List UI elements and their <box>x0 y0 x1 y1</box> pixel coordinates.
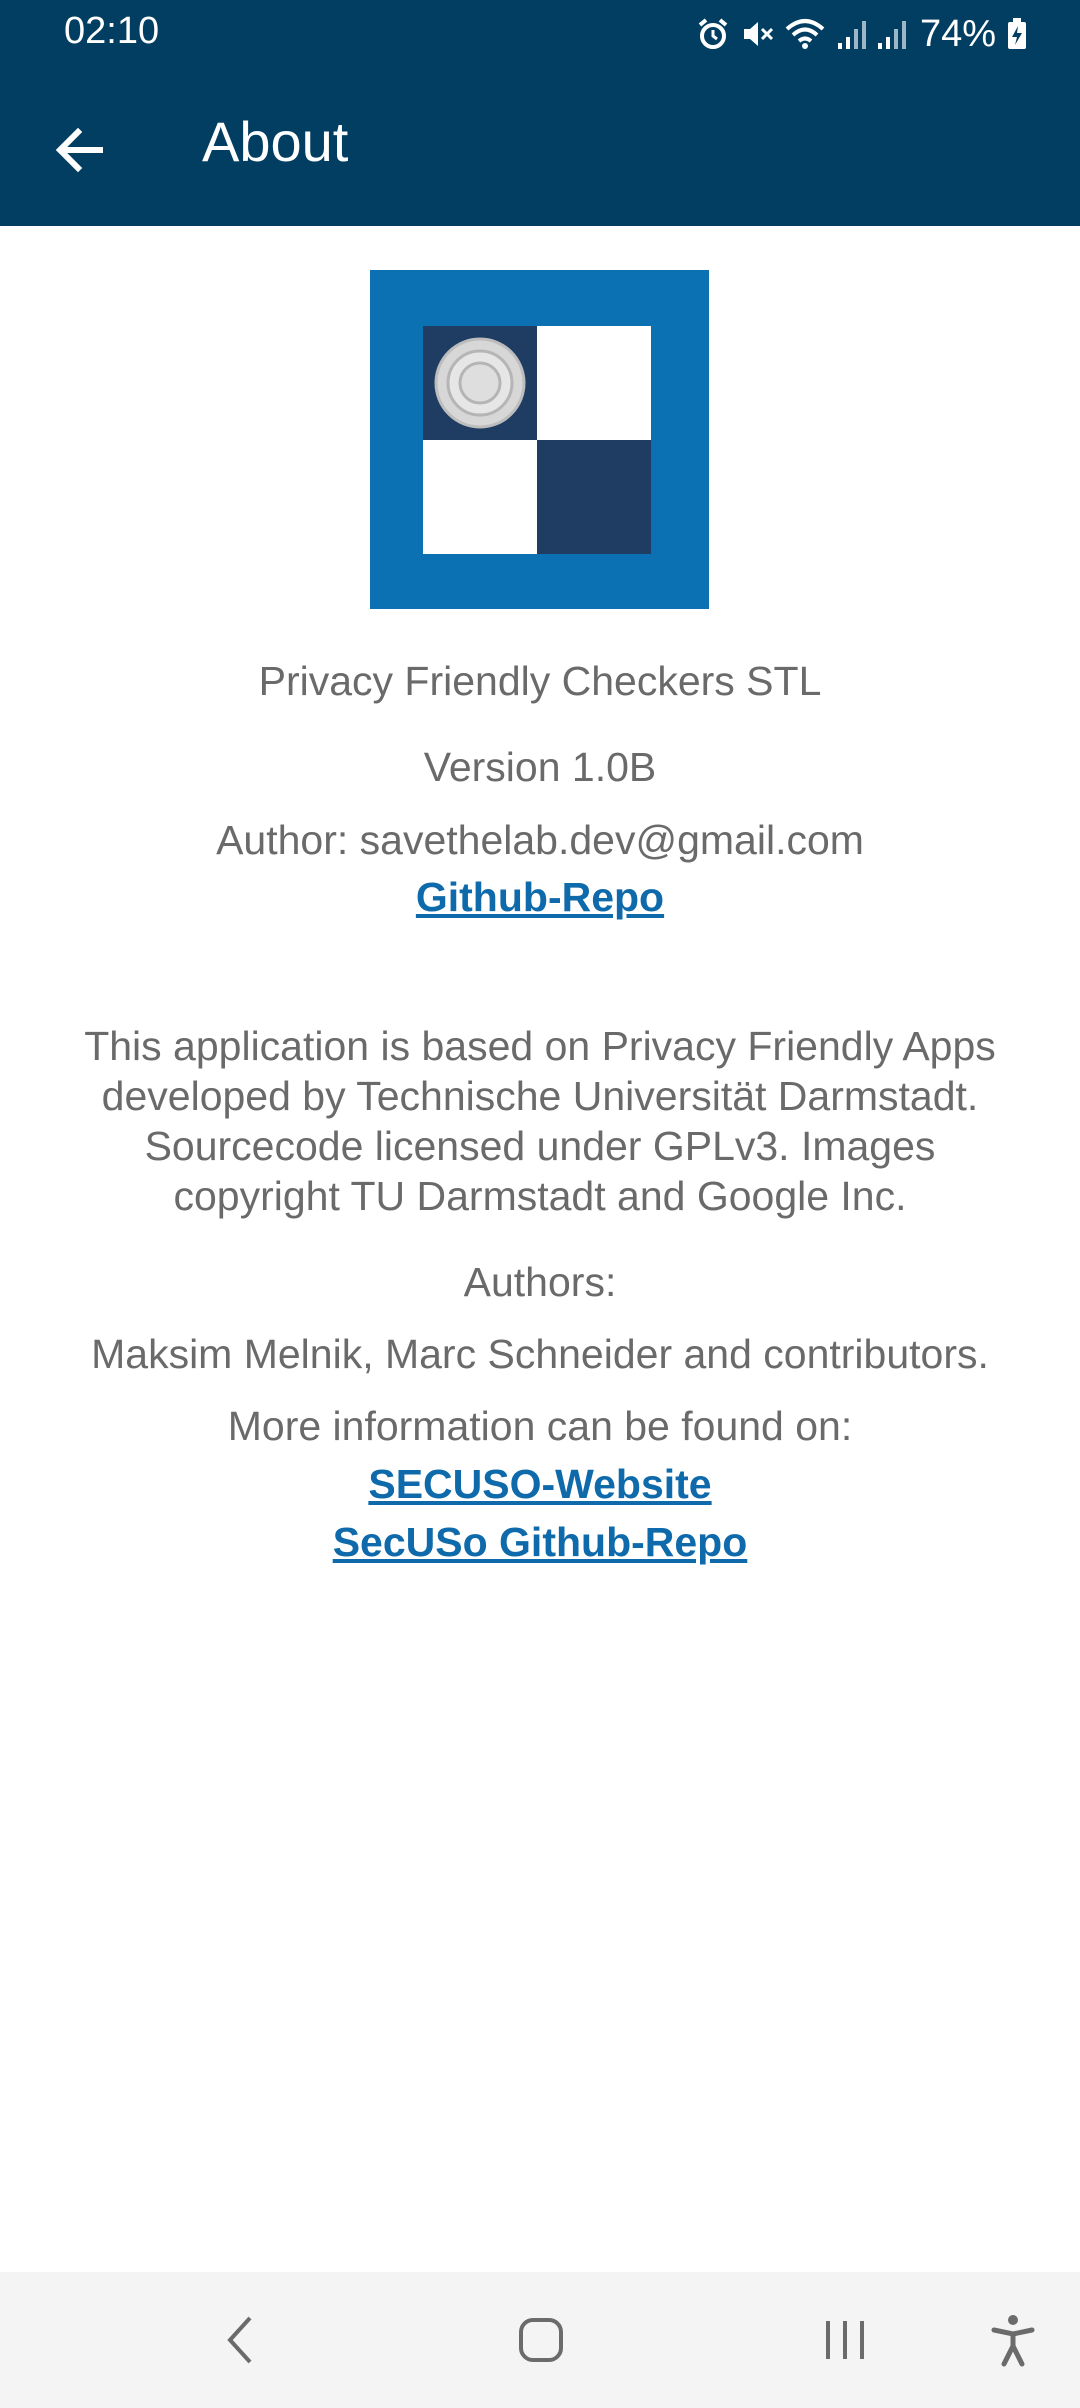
back-nav-button[interactable] <box>200 2300 280 2380</box>
page-title: About <box>202 110 349 173</box>
secuso-website-link[interactable]: SECUSO-Website <box>368 1461 711 1507</box>
description-line-3: Sourcecode licensed under GPLv3. Images <box>144 1123 936 1169</box>
status-bar: 02:10 74% <box>0 0 1080 66</box>
battery-percentage: 74% <box>919 12 996 55</box>
back-button[interactable] <box>40 110 120 190</box>
mute-icon <box>740 17 774 51</box>
battery-charging-icon <box>1006 17 1028 51</box>
recents-nav-icon <box>826 2321 864 2359</box>
signal-icon <box>836 17 866 51</box>
home-nav-icon <box>519 2318 563 2362</box>
back-nav-icon <box>227 2316 252 2364</box>
secuso-github-link[interactable]: SecUSo Github-Repo <box>333 1519 748 1565</box>
signal-icon <box>876 17 906 51</box>
authors-list: Maksim Melnik, Marc Schneider and contri… <box>91 1331 989 1377</box>
recents-nav-button[interactable] <box>805 2300 885 2380</box>
secuso-website-row: SECUSO-Website <box>0 1459 1080 1509</box>
secuso-github-row: SecUSo Github-Repo <box>0 1517 1080 1567</box>
status-icons: 74% <box>696 12 1028 56</box>
accessibility-button[interactable] <box>973 2300 1053 2380</box>
arrow-back-icon <box>55 127 103 173</box>
github-repo-link[interactable]: Github-Repo <box>416 874 664 920</box>
app-name: Privacy Friendly Checkers STL <box>258 658 822 704</box>
github-link-row: Github-Repo <box>0 872 1080 922</box>
description-line-1: This application is based on Privacy Fri… <box>84 1023 996 1069</box>
status-time: 02:10 <box>64 10 160 52</box>
app-bar: About <box>0 66 1080 226</box>
accessibility-icon <box>991 2315 1035 2367</box>
more-info-label: More information can be found on: <box>227 1403 853 1449</box>
alarm-icon <box>696 17 730 51</box>
wifi-icon <box>784 17 826 51</box>
description-line-2: developed by Technische Universität Darm… <box>101 1073 979 1119</box>
navigation-bar <box>0 2272 1080 2408</box>
authors-label: Authors: <box>463 1259 617 1305</box>
description-line-4: copyright TU Darmstadt and Google Inc. <box>173 1173 907 1219</box>
app-version: Version 1.0B <box>423 744 657 790</box>
author-email: Author: savethelab.dev@gmail.com <box>216 817 864 863</box>
app-logo <box>370 270 709 609</box>
home-nav-button[interactable] <box>501 2300 581 2380</box>
